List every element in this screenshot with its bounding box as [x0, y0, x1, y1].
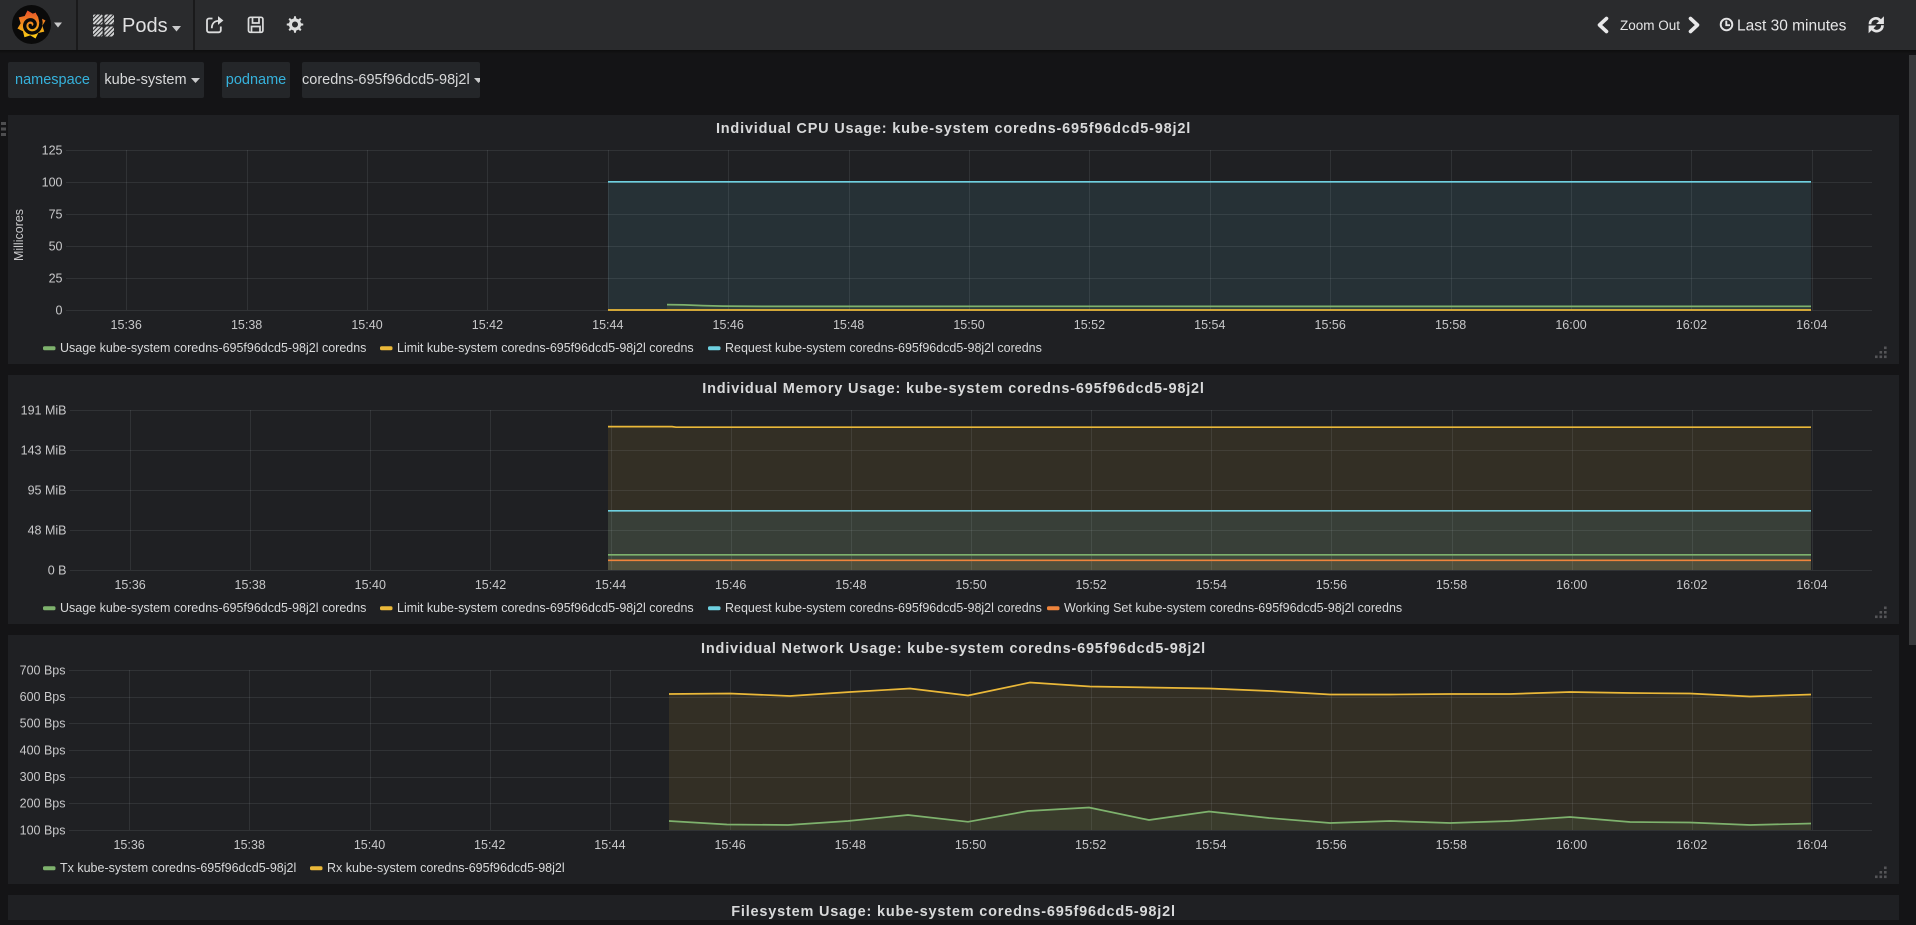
- svg-text:16:04: 16:04: [1796, 578, 1827, 592]
- svg-text:15:44: 15:44: [594, 838, 625, 852]
- svg-text:Millicores: Millicores: [12, 209, 26, 261]
- svg-text:Request kube-system coredns-69: Request kube-system coredns-695f96dcd5-9…: [725, 601, 1042, 615]
- svg-text:0 B: 0 B: [48, 563, 67, 577]
- svg-text:16:02: 16:02: [1676, 578, 1707, 592]
- svg-text:95 MiB: 95 MiB: [28, 483, 67, 497]
- svg-text:15:42: 15:42: [474, 838, 505, 852]
- svg-text:Last 30 minutes: Last 30 minutes: [1737, 17, 1847, 34]
- svg-text:15:56: 15:56: [1315, 318, 1346, 332]
- svg-text:700 Bps: 700 Bps: [20, 663, 66, 677]
- svg-text:15:58: 15:58: [1436, 838, 1467, 852]
- svg-text:15:56: 15:56: [1316, 578, 1347, 592]
- svg-text:15:54: 15:54: [1195, 838, 1226, 852]
- svg-text:Usage kube-system coredns-695f: Usage kube-system coredns-695f96dcd5-98j…: [60, 601, 366, 615]
- svg-text:15:46: 15:46: [714, 838, 745, 852]
- svg-text:400 Bps: 400 Bps: [20, 743, 66, 757]
- svg-text:600 Bps: 600 Bps: [20, 690, 66, 704]
- svg-text:Usage kube-system coredns-695f: Usage kube-system coredns-695f96dcd5-98j…: [60, 341, 366, 355]
- svg-text:15:56: 15:56: [1315, 838, 1346, 852]
- svg-text:125: 125: [42, 143, 63, 157]
- svg-text:Filesystem Usage: kube-system: Filesystem Usage: kube-system coredns-69…: [731, 904, 1176, 920]
- svg-text:Tx kube-system coredns-695f96d: Tx kube-system coredns-695f96dcd5-98j2l: [60, 861, 296, 875]
- svg-text:15:54: 15:54: [1194, 318, 1225, 332]
- svg-text:16:02: 16:02: [1676, 838, 1707, 852]
- svg-text:15:36: 15:36: [111, 318, 142, 332]
- svg-text:15:36: 15:36: [113, 838, 144, 852]
- svg-text:48 MiB: 48 MiB: [28, 523, 67, 537]
- svg-text:15:42: 15:42: [475, 578, 506, 592]
- svg-text:Limit kube-system coredns-695f: Limit kube-system coredns-695f96dcd5-98j…: [397, 601, 694, 615]
- svg-text:15:50: 15:50: [953, 318, 984, 332]
- svg-text:143 MiB: 143 MiB: [21, 443, 67, 457]
- svg-text:16:04: 16:04: [1796, 318, 1827, 332]
- svg-text:15:48: 15:48: [833, 318, 864, 332]
- svg-text:15:50: 15:50: [955, 838, 986, 852]
- svg-text:15:38: 15:38: [235, 578, 266, 592]
- svg-text:15:40: 15:40: [354, 838, 385, 852]
- svg-text:15:38: 15:38: [231, 318, 262, 332]
- svg-text:15:48: 15:48: [835, 838, 866, 852]
- svg-text:16:04: 16:04: [1796, 838, 1827, 852]
- svg-text:50: 50: [49, 239, 63, 253]
- svg-text:15:44: 15:44: [595, 578, 626, 592]
- svg-text:15:58: 15:58: [1436, 578, 1467, 592]
- svg-text:15:46: 15:46: [715, 578, 746, 592]
- svg-text:Pods: Pods: [122, 15, 168, 37]
- svg-text:15:48: 15:48: [835, 578, 866, 592]
- svg-text:16:00: 16:00: [1556, 838, 1587, 852]
- svg-text:191 MiB: 191 MiB: [21, 403, 67, 417]
- svg-text:Zoom Out: Zoom Out: [1620, 18, 1680, 33]
- svg-text:25: 25: [49, 271, 63, 285]
- svg-text:15:36: 15:36: [114, 578, 145, 592]
- svg-text:300 Bps: 300 Bps: [20, 770, 66, 784]
- svg-text:15:38: 15:38: [234, 838, 265, 852]
- svg-text:15:40: 15:40: [355, 578, 386, 592]
- svg-text:75: 75: [49, 207, 63, 221]
- svg-text:16:00: 16:00: [1555, 318, 1586, 332]
- svg-text:15:46: 15:46: [713, 318, 744, 332]
- svg-text:Rx kube-system coredns-695f96d: Rx kube-system coredns-695f96dcd5-98j2l: [327, 861, 565, 875]
- svg-text:Individual CPU Usage: kube-sys: Individual CPU Usage: kube-system coredn…: [716, 121, 1191, 137]
- svg-text:200 Bps: 200 Bps: [20, 797, 66, 811]
- svg-text:Individual Memory Usage: kube-: Individual Memory Usage: kube-system cor…: [702, 381, 1205, 397]
- svg-text:15:52: 15:52: [1075, 838, 1106, 852]
- svg-text:15:40: 15:40: [351, 318, 382, 332]
- svg-text:15:52: 15:52: [1074, 318, 1105, 332]
- svg-text:16:02: 16:02: [1676, 318, 1707, 332]
- svg-text:16:00: 16:00: [1556, 578, 1587, 592]
- svg-text:Individual Network Usage: kube: Individual Network Usage: kube-system co…: [701, 641, 1206, 657]
- svg-text:15:54: 15:54: [1196, 578, 1227, 592]
- svg-text:0: 0: [56, 303, 63, 317]
- svg-text:100: 100: [42, 175, 63, 189]
- svg-text:Working Set kube-system coredn: Working Set kube-system coredns-695f96dc…: [1064, 601, 1402, 615]
- svg-text:15:44: 15:44: [592, 318, 623, 332]
- svg-text:Limit kube-system coredns-695f: Limit kube-system coredns-695f96dcd5-98j…: [397, 341, 694, 355]
- svg-text:Request kube-system coredns-69: Request kube-system coredns-695f96dcd5-9…: [725, 341, 1042, 355]
- svg-text:15:42: 15:42: [472, 318, 503, 332]
- svg-text:100 Bps: 100 Bps: [20, 823, 66, 837]
- svg-text:15:50: 15:50: [955, 578, 986, 592]
- svg-text:500 Bps: 500 Bps: [20, 717, 66, 731]
- svg-text:15:52: 15:52: [1075, 578, 1106, 592]
- svg-text:15:58: 15:58: [1435, 318, 1466, 332]
